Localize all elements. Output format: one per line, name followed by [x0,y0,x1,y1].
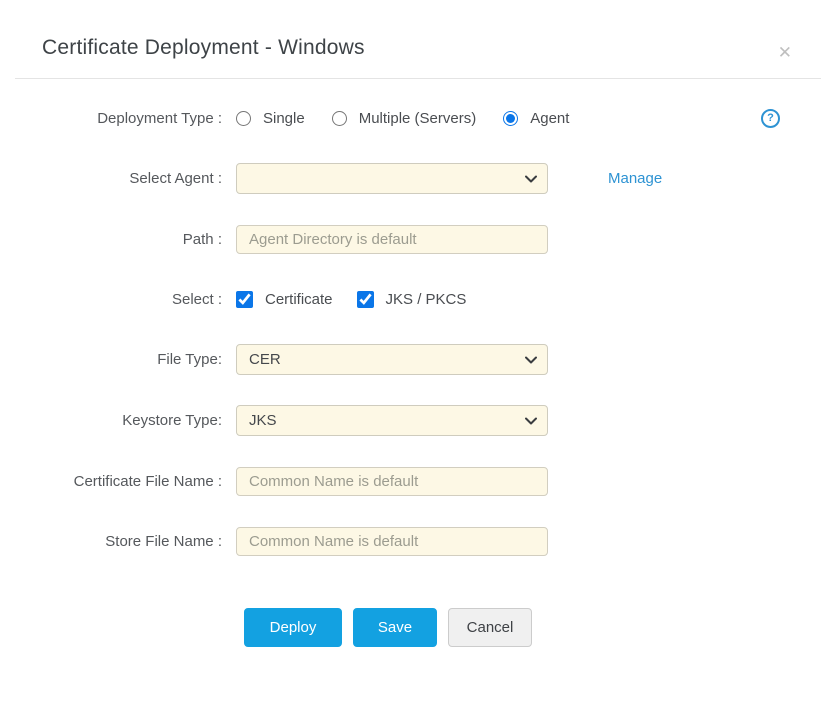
store-file-name-label: Store File Name : [10,533,222,550]
path-control [236,225,548,254]
keystore-type-dropdown[interactable]: JKS [236,405,548,436]
row-keystore-type: Keystore Type: JKS [0,405,836,436]
row-path: Path : [0,224,836,254]
deployment-form: Deployment Type : Single Multiple (Serve… [0,79,836,647]
agent-radio-label: Agent [530,110,569,127]
single-radio[interactable] [236,111,251,126]
row-store-file-name: Store File Name : [0,526,836,556]
certificate-checkbox[interactable] [236,291,253,308]
radio-option-agent[interactable]: Agent [503,110,569,127]
store-file-name-input[interactable] [236,527,548,556]
row-select: Select : Certificate JKS / PKCS [0,284,836,314]
close-icon[interactable]: ✕ [778,44,792,61]
radio-option-multiple[interactable]: Multiple (Servers) [332,110,477,127]
select-agent-wrap [236,163,548,194]
file-type-control: CER [236,344,548,375]
save-button[interactable]: Save [353,608,437,647]
deployment-type-options: Single Multiple (Servers) Agent [236,110,569,127]
row-file-type: File Type: CER [0,344,836,375]
path-label: Path : [10,231,222,248]
keystore-type-control: JKS [236,405,548,436]
select-agent-dropdown[interactable] [236,163,548,194]
file-type-wrap: CER [236,344,548,375]
keystore-type-label: Keystore Type: [10,412,222,429]
row-deployment-type: Deployment Type : Single Multiple (Serve… [0,103,836,133]
multiple-servers-radio[interactable] [332,111,347,126]
manage-link[interactable]: Manage [608,170,662,187]
row-select-agent: Select Agent : Manage [0,163,836,194]
deploy-button[interactable]: Deploy [244,608,342,647]
row-certificate-file-name: Certificate File Name : [0,466,836,496]
multiple-servers-radio-label: Multiple (Servers) [359,110,477,127]
help-icon[interactable]: ? [761,109,780,128]
dialog-header: Certificate Deployment - Windows ✕ [0,0,836,78]
keystore-type-wrap: JKS [236,405,548,436]
select-agent-label: Select Agent : [10,170,222,187]
jks-pkcs-checkbox[interactable] [357,291,374,308]
certificate-file-name-control [236,467,548,496]
cancel-button[interactable]: Cancel [448,608,532,647]
path-input[interactable] [236,225,548,254]
checkbox-option-certificate[interactable]: Certificate [236,291,333,308]
select-agent-control: Manage [236,163,662,194]
dialog-title: Certificate Deployment - Windows [42,36,794,60]
certificate-checkbox-label: Certificate [265,291,333,308]
checkbox-option-jks-pkcs[interactable]: JKS / PKCS [357,291,467,308]
file-type-dropdown[interactable]: CER [236,344,548,375]
agent-radio[interactable] [503,111,518,126]
single-radio-label: Single [263,110,305,127]
certificate-deployment-dialog: Certificate Deployment - Windows ✕ Deplo… [0,0,836,717]
certificate-file-name-label: Certificate File Name : [10,473,222,490]
jks-pkcs-checkbox-label: JKS / PKCS [386,291,467,308]
select-options: Certificate JKS / PKCS [236,291,466,308]
file-type-label: File Type: [10,351,222,368]
radio-option-single[interactable]: Single [236,110,305,127]
deployment-type-label: Deployment Type : [10,110,222,127]
store-file-name-control [236,527,548,556]
button-row: Deploy Save Cancel [0,608,836,647]
select-label: Select : [10,291,222,308]
certificate-file-name-input[interactable] [236,467,548,496]
